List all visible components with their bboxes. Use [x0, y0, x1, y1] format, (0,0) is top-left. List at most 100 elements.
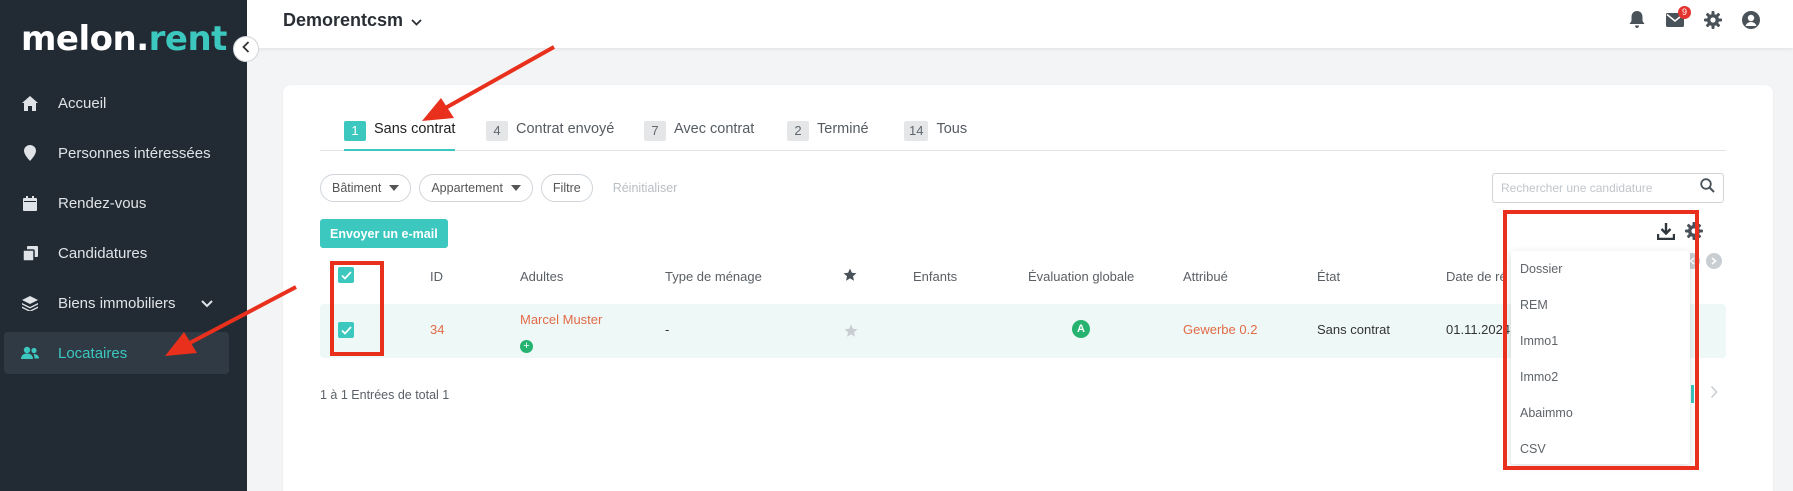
tab-contrat-envoye[interactable]: 4 Contrat envoyé [486, 121, 614, 151]
send-email-button[interactable]: Envoyer un e-mail [320, 219, 448, 248]
sidebar-nav: Accueil Personnes intéressées Rendez-vou… [4, 82, 229, 382]
column-header-state[interactable]: État [1317, 269, 1340, 284]
tab-label: Terminé [817, 121, 869, 137]
export-option-immo1[interactable]: Immo1 [1511, 323, 1690, 359]
column-header-household[interactable]: Type de ménage [665, 269, 762, 284]
org-switcher[interactable]: Demorentcsm [283, 10, 422, 31]
status-tabs: 1 Sans contrat 4 Contrat envoyé 7 Avec c… [320, 121, 1726, 151]
evaluation-grade-badge: A [1072, 320, 1090, 338]
tab-count: 4 [486, 121, 508, 141]
sidebar-item-rendez-vous[interactable]: Rendez-vous [4, 182, 229, 224]
apartment-filter-dropdown[interactable]: Appartement [419, 174, 533, 202]
chevron-down-icon [411, 10, 422, 31]
top-bar: Demorentcsm 9 [247, 0, 1793, 48]
building-filter-dropdown[interactable]: Bâtiment [320, 174, 412, 202]
sidebar-item-accueil[interactable]: Accueil [4, 82, 229, 124]
tab-label: Sans contrat [374, 121, 456, 137]
scroll-right-button[interactable] [1706, 253, 1722, 269]
row-adults-cell: Marcel Muster + [520, 312, 602, 353]
tab-count: 7 [644, 121, 666, 141]
row-adult-name-link[interactable]: Marcel Muster [520, 312, 602, 327]
gear-icon[interactable] [1701, 8, 1725, 32]
chevron-left-icon [242, 40, 250, 58]
tab-label: Avec contrat [674, 121, 755, 137]
row-id-link[interactable]: 34 [430, 322, 444, 337]
sidebar-item-candidatures[interactable]: Candidatures [4, 232, 229, 274]
apartment-filter-label: Appartement [431, 181, 503, 195]
sidebar-collapse-button[interactable] [233, 36, 259, 62]
map-pin-icon [21, 144, 39, 162]
column-header-evaluation[interactable]: Évaluation globale [1028, 269, 1134, 284]
export-option-csv[interactable]: CSV [1511, 431, 1690, 467]
table-settings-icon[interactable] [1685, 222, 1703, 245]
column-header-date[interactable]: Date de ré [1446, 269, 1507, 284]
pagination-summary: 1 à 1 Entrées de total 1 [320, 388, 450, 402]
column-header-children[interactable]: Enfants [913, 269, 957, 284]
download-icon[interactable] [1656, 222, 1676, 245]
sidebar-item-personnes[interactable]: Personnes intéressées [4, 132, 229, 174]
select-all-checkbox[interactable] [338, 267, 354, 283]
caret-down-icon [389, 185, 400, 191]
sidebar-item-label: Personnes intéressées [58, 144, 211, 162]
reset-filters-link[interactable]: Réinitialiser [613, 181, 678, 195]
logo-main: melon. [21, 19, 149, 59]
filter-button-label: Filtre [552, 181, 581, 195]
export-option-dossier[interactable]: Dossier [1511, 251, 1690, 287]
sidebar-item-label: Rendez-vous [58, 194, 147, 212]
export-dropdown-menu: Dossier REM Immo1 Immo2 Abaimmo CSV [1511, 251, 1690, 464]
tab-label: Contrat envoyé [516, 121, 615, 137]
star-icon[interactable] [843, 268, 857, 285]
tab-count: 2 [787, 121, 809, 141]
column-header-assigned[interactable]: Attribué [1183, 269, 1228, 284]
row-state: Sans contrat [1317, 322, 1390, 337]
tab-avec-contrat[interactable]: 7 Avec contrat [644, 121, 754, 151]
add-adult-icon[interactable]: + [520, 340, 533, 353]
row-household: - [665, 322, 670, 337]
logo-accent: rent [148, 19, 228, 59]
column-header-adults[interactable]: Adultes [520, 269, 563, 284]
mail-icon[interactable]: 9 [1663, 6, 1691, 32]
row-assigned-link[interactable]: Gewerbe 0.2 [1183, 322, 1257, 337]
org-name: Demorentcsm [283, 10, 404, 30]
favorite-star-icon[interactable] [844, 324, 858, 341]
sidebar-item-biens[interactable]: Biens immobiliers [4, 282, 229, 324]
tab-count: 14 [904, 121, 929, 141]
sidebar-item-locataires[interactable]: Locataires [4, 332, 229, 374]
top-icons: 9 [1625, 6, 1763, 32]
users-icon [21, 344, 39, 362]
search-box [1492, 173, 1724, 203]
account-icon[interactable] [1739, 8, 1763, 32]
sidebar-item-label: Candidatures [58, 244, 148, 262]
tab-tous[interactable]: 14 Tous [904, 121, 967, 151]
mail-badge: 9 [1678, 6, 1691, 19]
bell-icon[interactable] [1625, 8, 1649, 32]
current-page-indicator[interactable] [1691, 385, 1694, 403]
tab-termine[interactable]: 2 Terminé [787, 121, 869, 151]
search-input[interactable] [1501, 181, 1700, 195]
sidebar-item-label: Locataires [58, 344, 128, 362]
buildings-icon [21, 294, 39, 312]
next-page-icon[interactable] [1710, 385, 1718, 404]
building-filter-label: Bâtiment [332, 181, 382, 195]
column-header-id[interactable]: ID [430, 269, 443, 284]
sidebar: melon.rent Accueil Personnes intéressées… [0, 0, 247, 491]
row-checkbox[interactable] [338, 322, 354, 338]
export-option-abaimmo[interactable]: Abaimmo [1511, 395, 1690, 431]
home-icon [21, 94, 39, 112]
sidebar-item-label: Accueil [58, 94, 107, 112]
tab-sans-contrat[interactable]: 1 Sans contrat [344, 121, 456, 151]
export-option-immo2[interactable]: Immo2 [1511, 359, 1690, 395]
export-option-rem[interactable]: REM [1511, 287, 1690, 323]
tab-count: 1 [344, 121, 366, 141]
caret-down-icon [510, 185, 521, 191]
sidebar-item-label: Biens immobiliers [58, 294, 176, 312]
row-date: 01.11.2024 [1446, 322, 1511, 337]
filter-button[interactable]: Filtre [540, 174, 593, 202]
filter-bar: Bâtiment Appartement Filtre Réinitialise… [320, 174, 677, 202]
tab-label: Tous [936, 121, 968, 137]
chevron-down-icon[interactable] [201, 295, 213, 312]
calendar-icon [21, 194, 39, 212]
search-icon[interactable] [1700, 178, 1715, 198]
documents-icon [21, 244, 39, 262]
logo[interactable]: melon.rent [21, 19, 227, 59]
